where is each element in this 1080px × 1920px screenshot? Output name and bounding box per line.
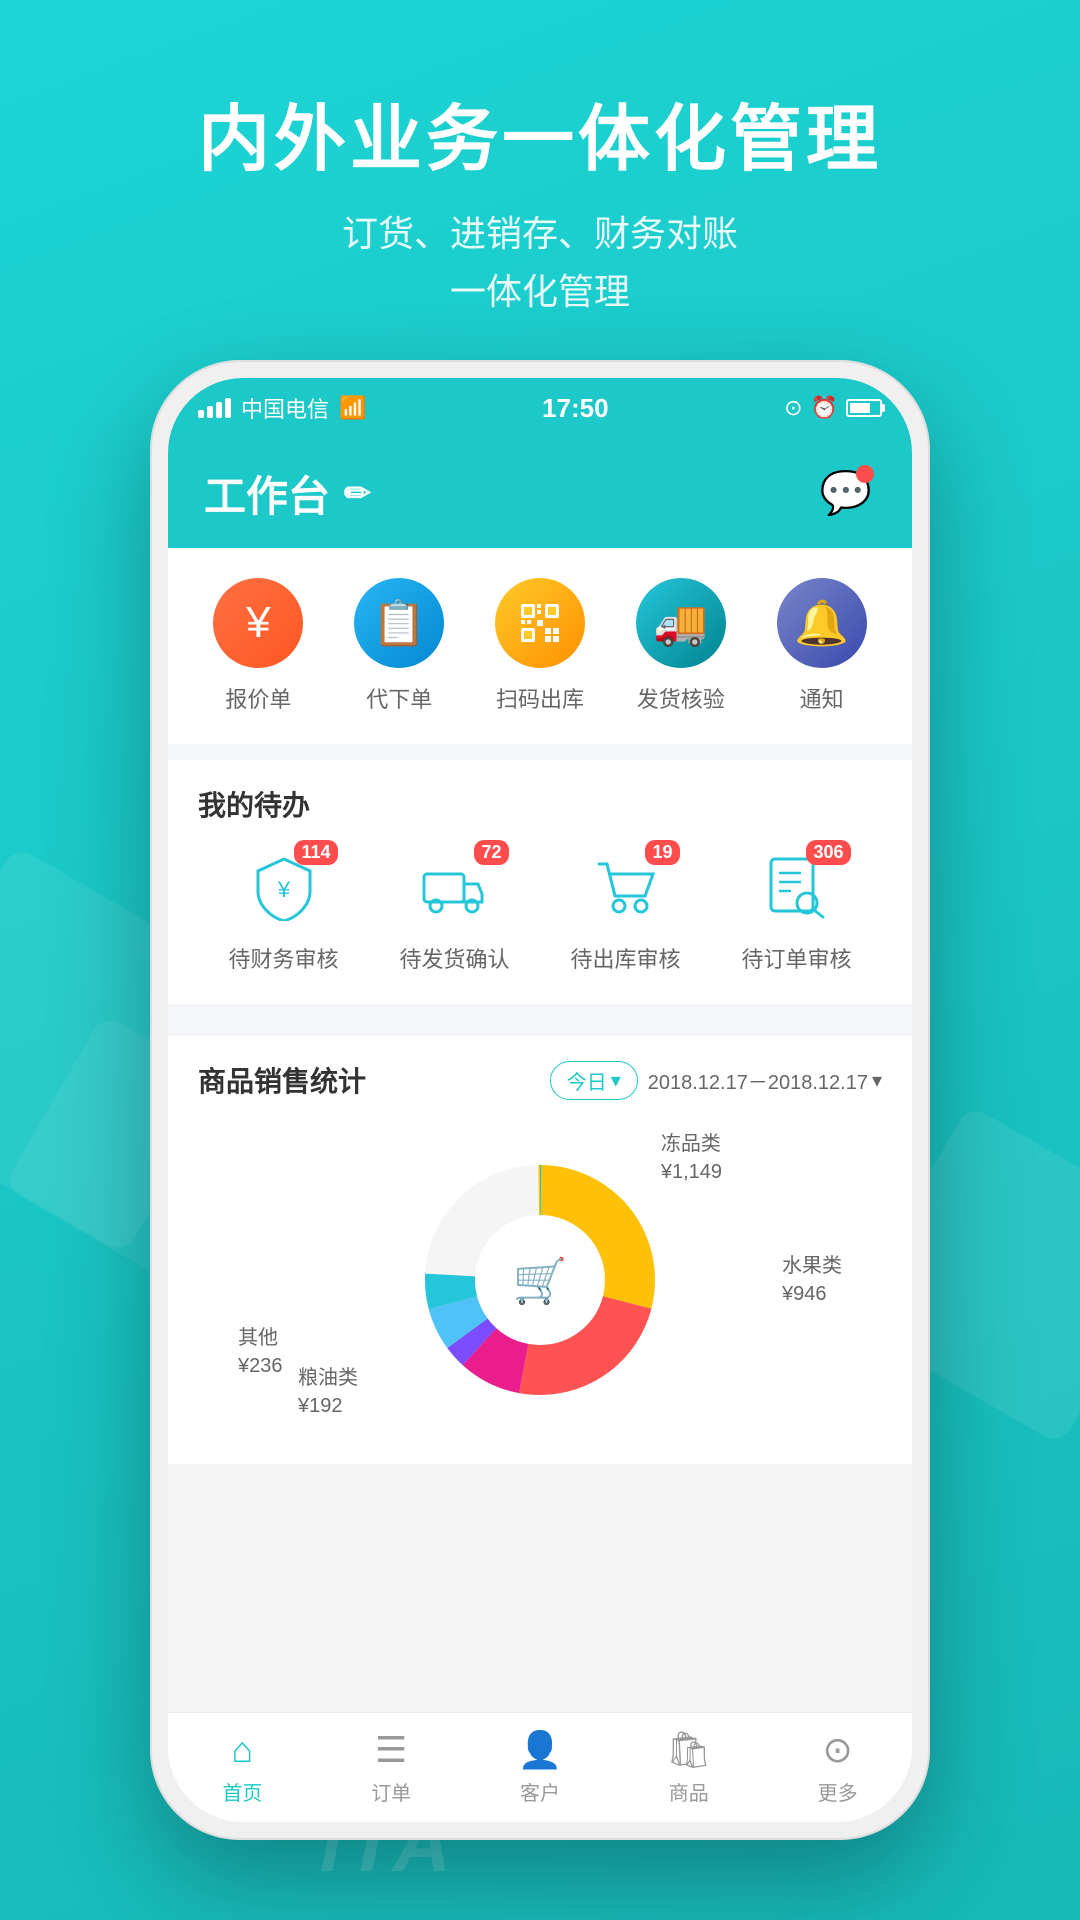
nav-item-products[interactable]: 🛍 商品 [614,1713,763,1822]
date-range[interactable]: 2018.12.17－2018.12.17 ▾ [648,1066,882,1095]
fahuo-confirm-icon-wrap: 72 [415,848,495,928]
action-item-tongzhi[interactable]: 🔔 通知 [751,578,892,714]
chuku-label: 待出库审核 [570,942,680,974]
nav-item-orders[interactable]: ☰ 订单 [317,1713,466,1822]
fahuo-confirm-label: 待发货确认 [399,942,509,974]
dingdan-label: 待订单审核 [741,942,851,974]
signal-icon [198,398,231,418]
todo-items: ¥ 114 待财务审核 [198,848,882,974]
header-section: 内外业务一体化管理 订货、进销存、财务对账 一体化管理 [0,80,1080,320]
status-bar-right: ⊙ ⏰ [784,395,882,421]
chevron-down-icon: ▾ [611,1068,621,1093]
todo-item-fahuo[interactable]: 72 待发货确认 [369,848,540,974]
status-bar: 中国电信 📶 17:50 ⊙ ⏰ [168,378,912,438]
edit-icon[interactable]: ✏ [344,474,371,512]
section-divider-1 [168,744,912,760]
label-dongpin: 冻品类 ¥1,149 [661,1130,722,1186]
status-bar-left: 中国电信 📶 [198,392,366,424]
baojia-label: 报价单 [225,682,291,714]
stats-header: 商品销售统计 今日 ▾ 2018.12.17－2018.12.17 ▾ [198,1060,882,1100]
label-liangyou: 粮油类 ¥192 [298,1364,358,1420]
orders-label: 订单 [371,1777,411,1806]
daixia-icon: 📋 [354,578,444,668]
caiwu-icon-wrap: ¥ 114 [244,848,324,928]
app-title-group: 工作台 ✏ [204,463,371,524]
dingdan-icon-wrap: 306 [757,848,837,928]
quick-actions: ¥ 报价单 📋 代下单 [168,548,912,744]
customers-icon: 👤 [518,1729,563,1771]
saoma-icon [495,578,585,668]
bottom-nav: ⌂ 首页 ☰ 订单 👤 客户 🛍 商品 ⊙ 更多 [168,1712,912,1822]
fahuo-badge: 72 [474,840,508,865]
action-item-fahuo[interactable]: 🚚 发货核验 [610,578,751,714]
header-subtitle: 订货、进销存、财务对账 一体化管理 [0,205,1080,320]
notification-button[interactable]: 💬 [816,463,876,523]
label-qita: 其他 ¥236 [238,1324,283,1380]
orders-icon: ☰ [375,1729,407,1771]
cart-icon [593,858,659,918]
section-divider-2 [168,1004,912,1020]
tongzhi-label: 通知 [800,682,844,714]
chevron-down-icon-2: ▾ [872,1068,882,1093]
todo-item-dingdan[interactable]: 306 待订单审核 [711,848,882,974]
fahuo-label: 发货核验 [637,682,725,714]
home-icon: ⌂ [232,1729,254,1771]
nav-item-home[interactable]: ⌂ 首页 [168,1713,317,1822]
home-label: 首页 [222,1777,262,1806]
today-badge[interactable]: 今日 ▾ [550,1061,638,1100]
alarm-icon: ⏰ [811,395,838,421]
products-label: 商品 [669,1777,709,1806]
wifi-icon: 📶 [339,395,366,421]
chart-labels: 冻品类 ¥1,149 水果类 ¥946 其他 ¥236 [198,1120,882,1440]
stats-controls: 今日 ▾ 2018.12.17－2018.12.17 ▾ [550,1061,882,1100]
app-header: 工作台 ✏ 💬 [168,438,912,548]
content-area: ¥ 报价单 📋 代下单 [168,548,912,1464]
todo-section: 我的待办 ¥ 114 待财务审核 [168,760,912,1004]
customers-label: 客户 [520,1777,560,1806]
tongzhi-icon: 🔔 [777,578,867,668]
more-icon: ⊙ [823,1729,853,1771]
battery-icon [846,399,882,417]
phone-outer: 中国电信 📶 17:50 ⊙ ⏰ 工作台 ✏ [150,360,930,1840]
workbench-title: 工作台 [204,463,330,524]
caiwu-badge: 114 [294,840,337,865]
header-title: 内外业务一体化管理 [0,80,1080,185]
svg-text:¥: ¥ [276,877,290,902]
caiwu-label: 待财务审核 [228,942,338,974]
action-item-daixia[interactable]: 📋 代下单 [329,578,470,714]
todo-section-title: 我的待办 [198,784,882,824]
action-item-baojia[interactable]: ¥ 报价单 [188,578,329,714]
stats-section: 商品销售统计 今日 ▾ 2018.12.17－2018.12.17 ▾ [168,1036,912,1464]
baojia-icon: ¥ [213,578,303,668]
carrier-label: 中国电信 [241,392,329,424]
dingdan-badge: 306 [806,840,850,865]
todo-item-chuku[interactable]: 19 待出库审核 [540,848,711,974]
chart-container: 🛒 冻品类 ¥1,149 水果类 ¥946 [198,1120,882,1440]
phone-wrapper: 中国电信 📶 17:50 ⊙ ⏰ 工作台 ✏ [150,360,930,1800]
more-label: 更多 [818,1777,858,1806]
daixia-label: 代下单 [366,682,432,714]
stats-title: 商品销售统计 [198,1060,366,1100]
fahuo-icon: 🚚 [636,578,726,668]
status-time: 17:50 [542,393,609,424]
chuku-badge: 19 [645,840,679,865]
phone-inner: 中国电信 📶 17:50 ⊙ ⏰ 工作台 ✏ [168,378,912,1822]
lock-icon: ⊙ [784,395,802,421]
label-shuiguo: 水果类 ¥946 [782,1252,842,1308]
notification-badge [856,465,874,483]
nav-item-customers[interactable]: 👤 客户 [466,1713,615,1822]
saoma-label: 扫码出库 [496,682,584,714]
truck-icon [422,858,488,918]
action-item-saoma[interactable]: 扫码出库 [470,578,611,714]
nav-item-more[interactable]: ⊙ 更多 [763,1713,912,1822]
todo-item-caiwu[interactable]: ¥ 114 待财务审核 [198,848,369,974]
chuku-icon-wrap: 19 [586,848,666,928]
products-icon: 🛍 [666,1729,712,1771]
